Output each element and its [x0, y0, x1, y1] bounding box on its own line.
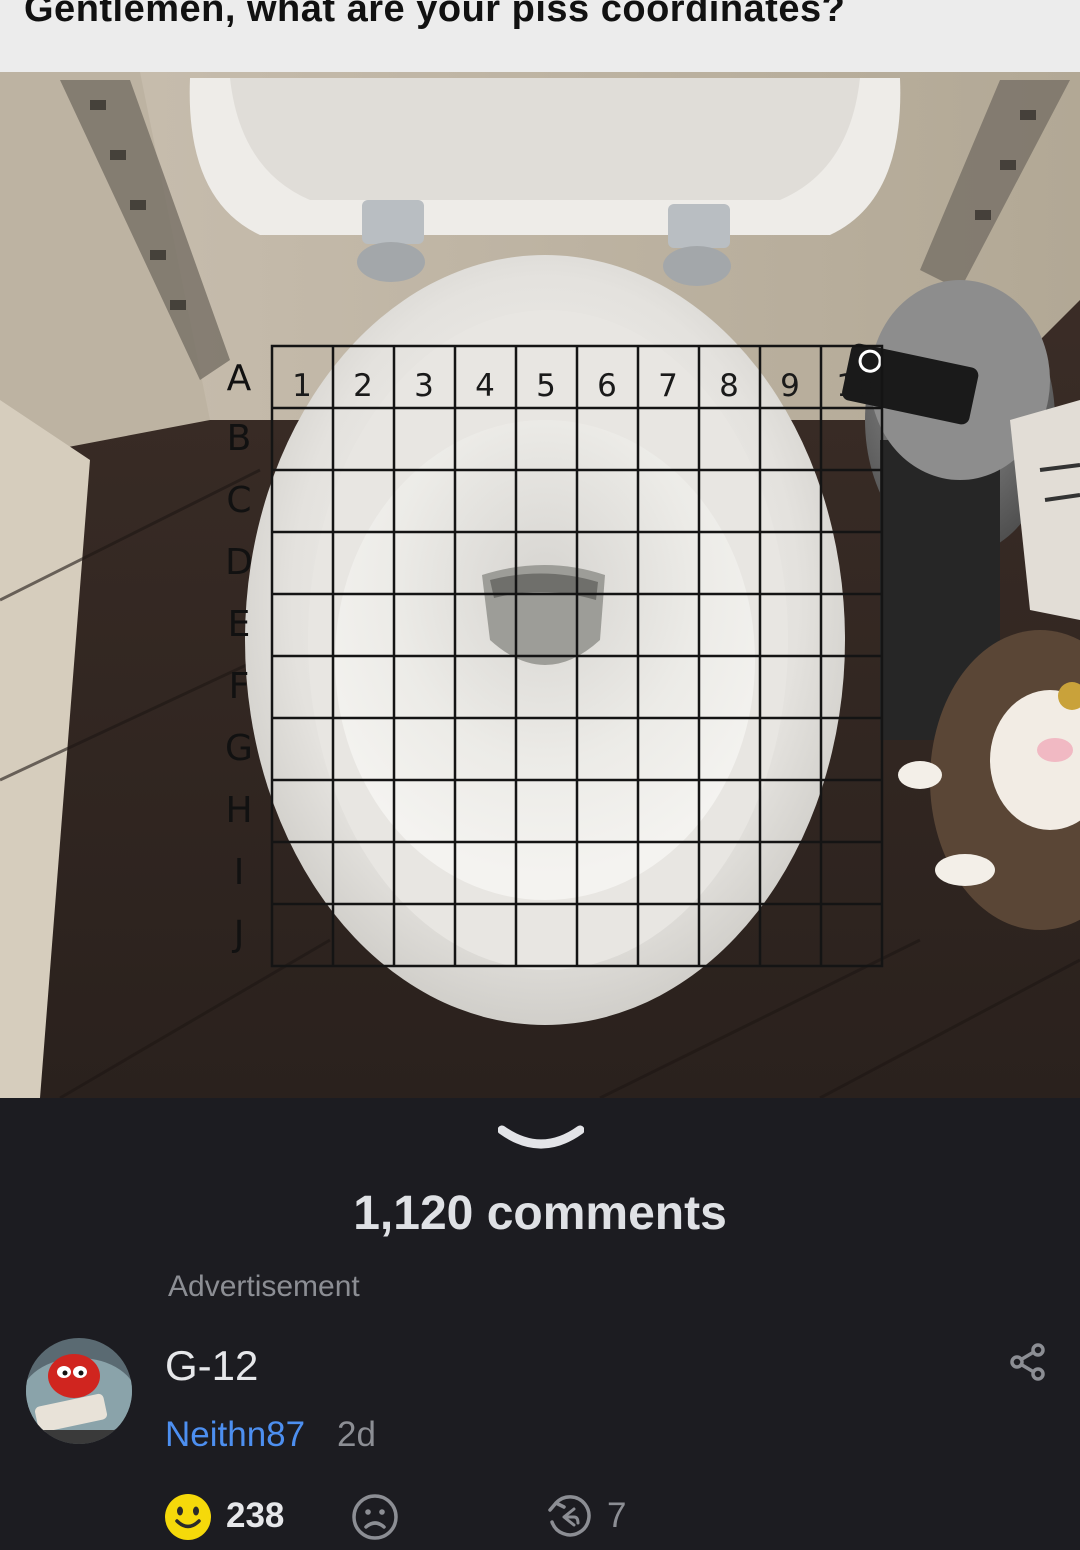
grid-row-label: D — [225, 542, 253, 583]
grid-row-label: J — [233, 914, 245, 955]
grid-column-label: 4 — [475, 368, 495, 404]
grid-column-label: 5 — [536, 368, 556, 404]
toilet-photo — [0, 72, 1080, 1098]
meme-image[interactable]: 1 2 3 4 5 6 7 8 9 10 A B C D E F G H I J — [0, 72, 1080, 1098]
grid-row-label: B — [226, 418, 252, 459]
avatar[interactable] — [26, 1338, 132, 1444]
grid-column-label: 8 — [719, 368, 739, 404]
grid-column-label: 9 — [780, 368, 800, 404]
grid-row-label: F — [228, 666, 250, 707]
grid-row-label: E — [227, 604, 251, 645]
grid-row-label: A — [226, 358, 252, 399]
advertisement-label: Advertisement — [168, 1270, 360, 1303]
comment-timestamp: 2d — [337, 1415, 376, 1454]
grid-column-label: 10 — [836, 368, 876, 404]
reply-icon[interactable] — [544, 1492, 594, 1542]
reply-count: 7 — [607, 1496, 627, 1535]
share-icon[interactable] — [1008, 1342, 1048, 1382]
upvote-count: 238 — [226, 1496, 285, 1535]
grid-column-label: 3 — [414, 368, 434, 404]
meme-header: Gentlemen, what are your piss coordinate… — [0, 0, 1080, 72]
grid-column-label: 2 — [353, 368, 373, 404]
chevron-down-icon[interactable] — [498, 1124, 584, 1160]
sad-face-icon[interactable] — [350, 1492, 400, 1542]
comment-count: 1,120 comments — [353, 1187, 727, 1240]
grid-row-label: G — [225, 728, 253, 769]
meme-title: Gentlemen, what are your piss coordinate… — [24, 0, 846, 30]
comment-text: G-12 — [165, 1342, 259, 1389]
grid-column-label: 7 — [658, 368, 678, 404]
grid-row-label: I — [233, 852, 245, 893]
grid-row-label: C — [226, 480, 252, 521]
grid-row-label: H — [225, 790, 253, 831]
comment-username[interactable]: Neithn87 — [165, 1415, 305, 1455]
grid-column-label: 1 — [292, 368, 312, 404]
grid-column-label: 6 — [597, 368, 617, 404]
smiley-face-icon[interactable] — [163, 1492, 213, 1542]
